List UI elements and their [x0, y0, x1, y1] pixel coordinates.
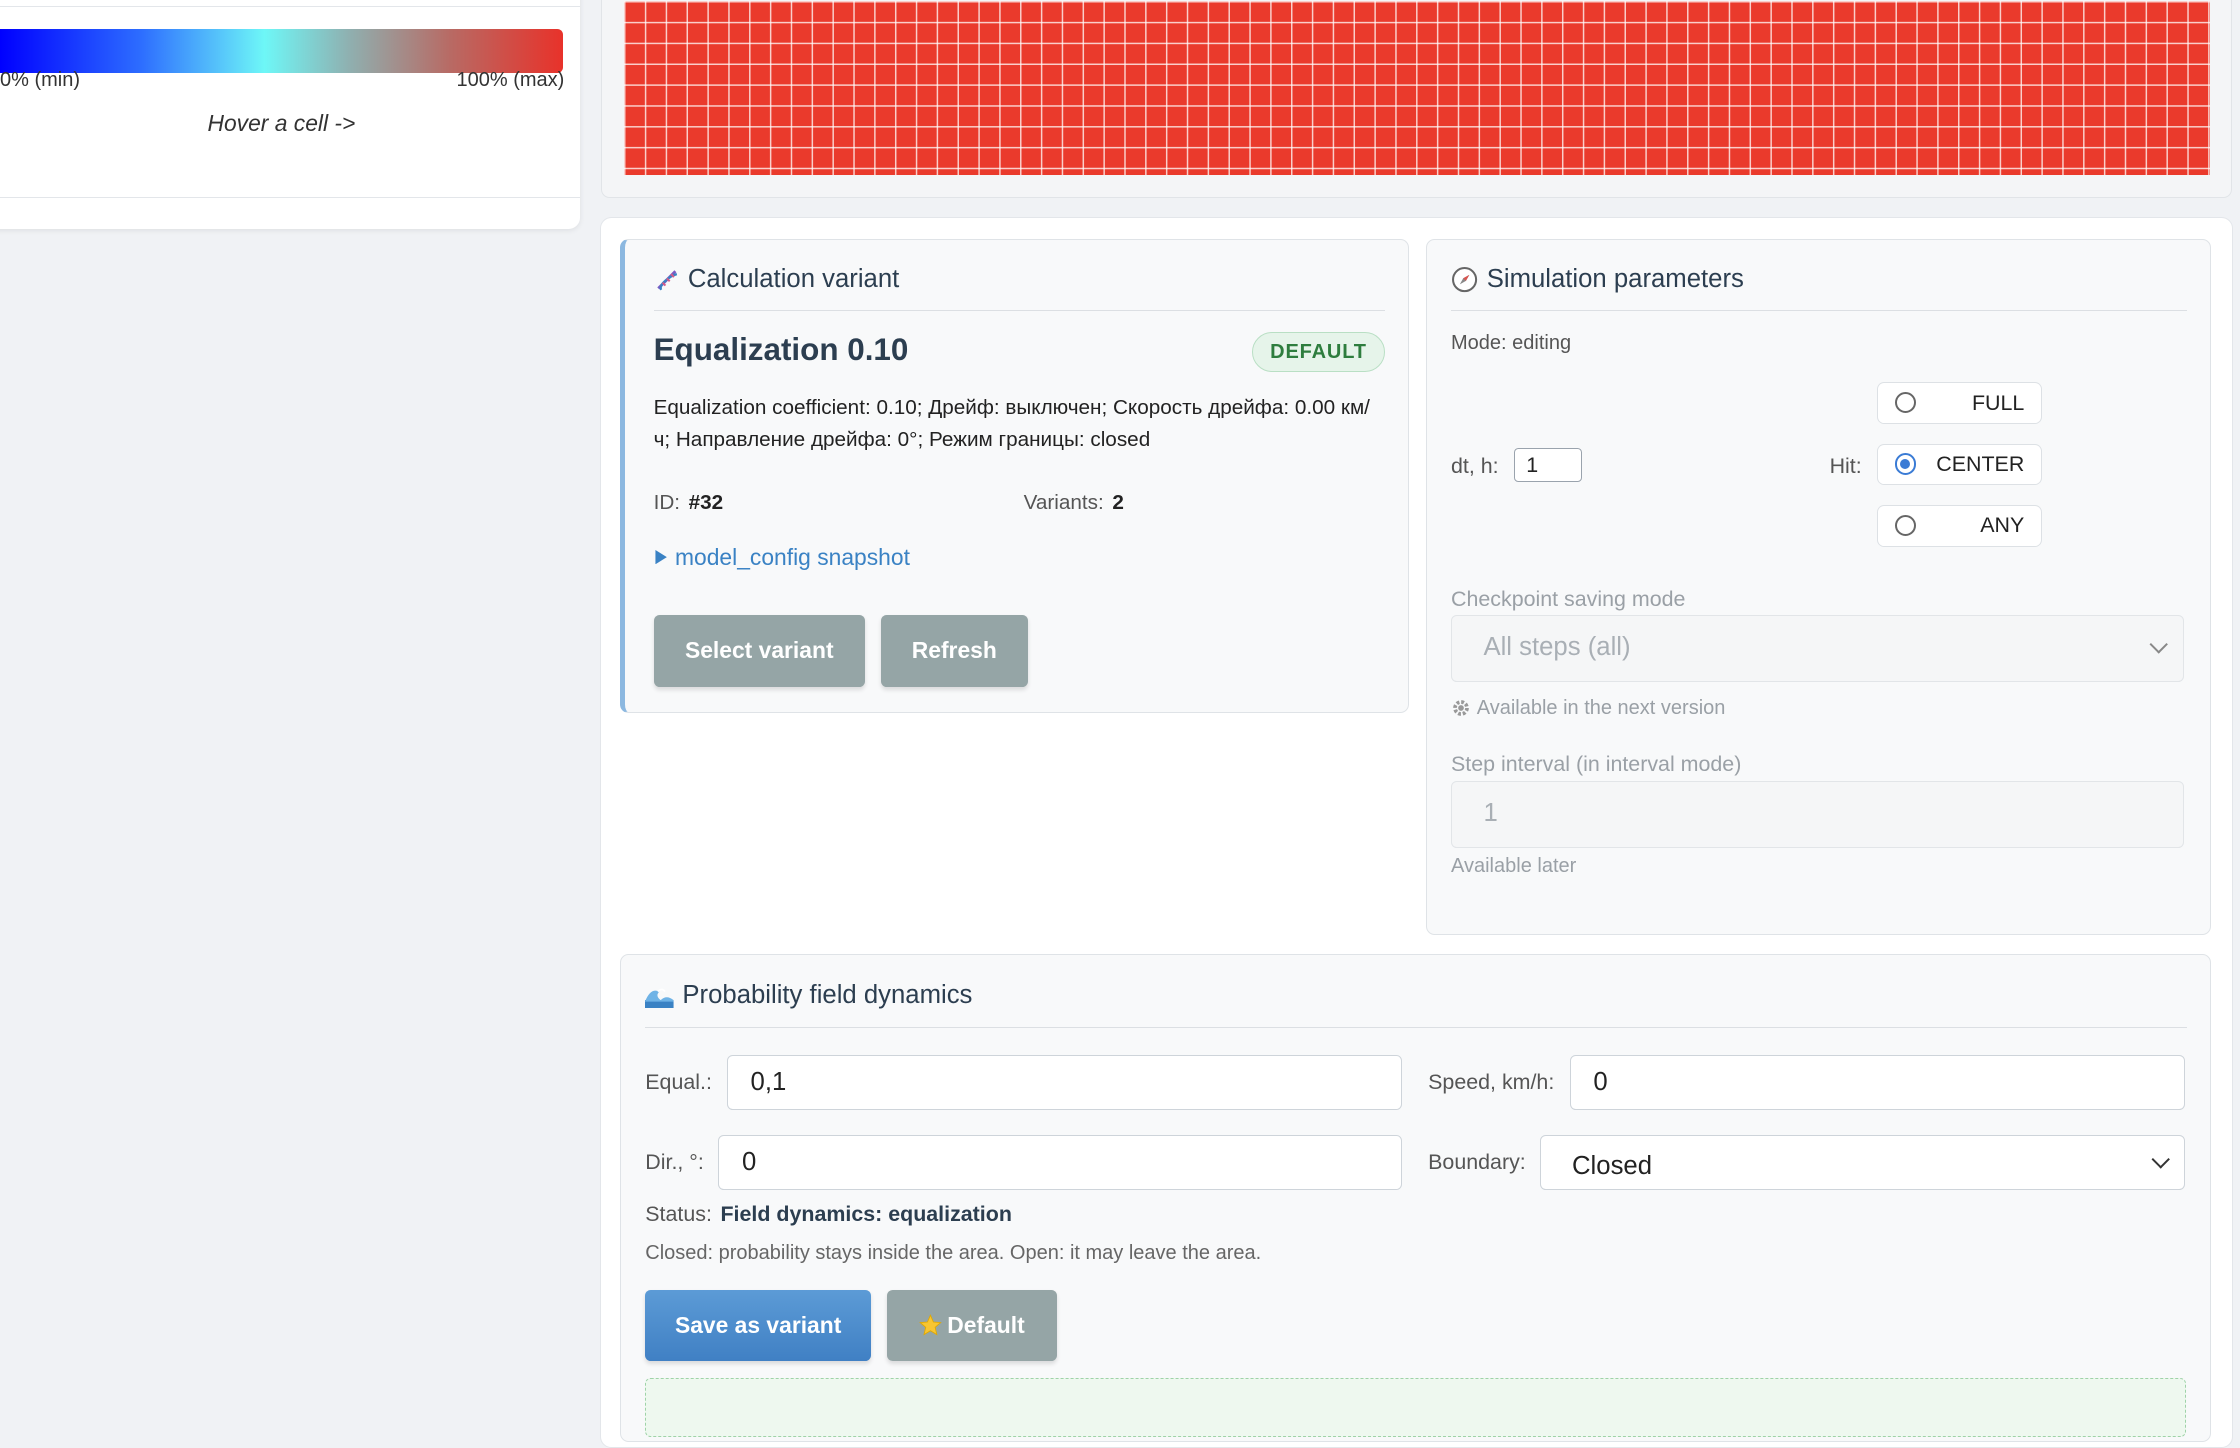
input-value: 1 — [1483, 799, 1498, 828]
field-dynamics-card: Probability field dynamics Equal.: Speed… — [620, 954, 2211, 1443]
equal-label: Equal.: — [645, 1069, 712, 1094]
variants-count: Variants: 2 — [1024, 491, 1124, 515]
boundary-select[interactable]: Closed — [1539, 1135, 2186, 1190]
card-title-text: Probability field dynamics — [682, 981, 973, 1009]
divider — [645, 1026, 2187, 1028]
card-title-text: Simulation parameters — [1486, 265, 1744, 294]
radio-label: ANY — [1980, 513, 2025, 538]
variants-label: Variants: — [1023, 490, 1104, 514]
scale-max-label: 100% (max) — [456, 68, 565, 91]
save-as-variant-button[interactable]: Save as variant — [645, 1289, 871, 1361]
map-panel — [601, 0, 2233, 198]
star-icon — [918, 1313, 942, 1336]
model-config-snapshot-toggle[interactable]: model_config snapshot — [654, 544, 910, 571]
hover-hint: Hover a cell -> — [207, 110, 356, 136]
sim-card-title: Simulation parameters — [1451, 265, 1744, 294]
status-label: Status: — [645, 1202, 712, 1227]
id-label: ID: — [653, 490, 681, 514]
equalization-input[interactable] — [726, 1055, 1403, 1110]
radio-button[interactable] — [1894, 391, 1917, 414]
radio-button-selected[interactable] — [1894, 453, 1917, 475]
status-message-box — [645, 1378, 2186, 1438]
wave-icon — [645, 988, 674, 1009]
dynamics-card-title: Probability field dynamics — [645, 981, 972, 1010]
select-variant-button[interactable]: Select variant — [653, 615, 865, 687]
step-interval-note: Available later — [1451, 855, 1576, 878]
default-badge: DEFAULT — [1252, 332, 1386, 372]
radio-label: CENTER — [1936, 451, 2025, 476]
hit-option-center[interactable]: CENTER — [1876, 443, 2043, 486]
select-value: All steps (all) — [1483, 633, 1631, 662]
step-interval-input: 1 — [1451, 781, 2184, 849]
step-interval-label: Step interval (in interval mode) — [1451, 752, 1742, 777]
scale-min-label: 0% (min) — [0, 68, 81, 91]
dt-label: dt, h: — [1451, 453, 1499, 478]
gear-icon — [1453, 700, 1469, 717]
simulation-parameters-card: Simulation parameters Mode: editing dt, … — [1425, 238, 2211, 935]
variant-description: Equalization coefficient: 0.10; Дрейф: в… — [653, 396, 1370, 451]
mode-text: Mode: editing — [1451, 332, 1572, 355]
color-scale-bar — [0, 28, 563, 73]
select-value: Closed — [1572, 1152, 1653, 1180]
id-value: #32 — [688, 490, 724, 514]
variant-name: Equalization 0.10 — [653, 332, 909, 368]
variant-id: ID: #32 — [654, 491, 724, 515]
hit-label: Hit: — [1829, 453, 1862, 478]
default-button-label: Default — [947, 1311, 1025, 1338]
checkpoint-mode-label: Checkpoint saving mode — [1451, 586, 1686, 611]
compass-icon — [1452, 267, 1478, 293]
dna-icon — [656, 270, 677, 291]
radio-button[interactable] — [1894, 514, 1917, 537]
triangle-right-icon — [654, 550, 667, 565]
speed-label: Speed, km/h: — [1428, 1069, 1555, 1094]
direction-label: Dir., °: — [645, 1149, 704, 1174]
status-value: Field dynamics: equalization — [720, 1202, 1012, 1227]
note-text: Available later — [1451, 855, 1577, 878]
divider — [1451, 309, 2187, 311]
hit-option-full[interactable]: FULL — [1876, 382, 2043, 424]
radio-label: FULL — [1971, 390, 2025, 415]
probability-grid[interactable] — [623, 1, 2210, 176]
variants-value: 2 — [1112, 490, 1124, 514]
hit-option-any[interactable]: ANY — [1876, 505, 2043, 547]
checkpoint-note: Available in the next version — [1451, 697, 1725, 720]
boundary-label: Boundary: — [1428, 1149, 1526, 1174]
chevron-down-icon — [2149, 634, 2169, 654]
speed-input[interactable] — [1569, 1055, 2186, 1110]
note-text: Available in the next version — [1476, 696, 1726, 719]
boundary-hint: Closed: probability stays inside the are… — [645, 1242, 1262, 1265]
card-title-text: Calculation variant — [687, 265, 900, 294]
divider — [653, 309, 1386, 311]
calculation-variant-card: Calculation variant Equalization 0.10 DE… — [620, 238, 1409, 714]
divider — [0, 5, 581, 7]
direction-input[interactable] — [718, 1135, 1403, 1190]
snapshot-link-text: model_config snapshot — [674, 543, 910, 570]
chevron-down-icon — [2150, 1150, 2170, 1170]
divider — [0, 197, 581, 198]
variant-card-title: Calculation variant — [654, 265, 900, 294]
legend-panel: 0% (min) 100% (max) Hover a cell -> — [0, 0, 581, 229]
dt-input[interactable] — [1513, 448, 1583, 483]
status-line: Status: Field dynamics: equalization — [645, 1202, 1012, 1227]
refresh-button[interactable]: Refresh — [880, 615, 1028, 687]
default-button[interactable]: Default — [886, 1289, 1057, 1361]
checkpoint-mode-select: All steps (all) — [1451, 615, 2184, 683]
